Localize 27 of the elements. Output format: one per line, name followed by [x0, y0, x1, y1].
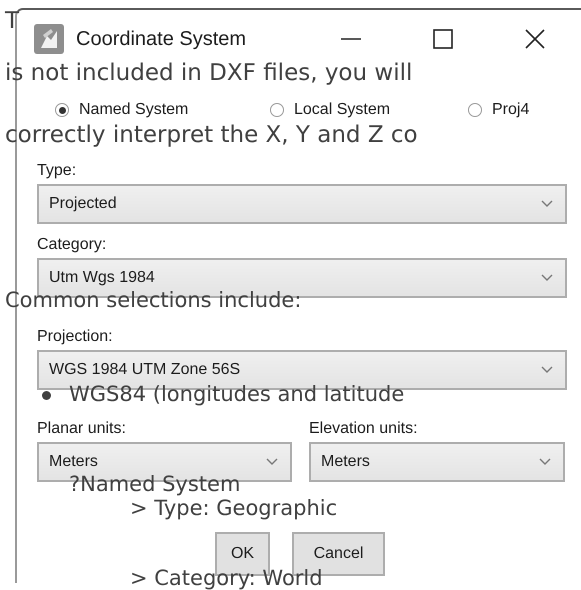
field-label: Category: — [37, 236, 106, 254]
field-label: Planar units: — [37, 420, 126, 438]
chevron-down-icon — [541, 200, 553, 208]
window-title: Coordinate System — [76, 28, 248, 50]
radio-option[interactable]: Local System — [270, 100, 468, 120]
field-label: Elevation units: — [309, 420, 418, 438]
chevron-down-icon — [539, 458, 551, 466]
app-icon — [33, 23, 65, 55]
radio-option[interactable]: Proj4 — [468, 100, 530, 120]
radio-button[interactable] — [270, 103, 284, 117]
dropdown[interactable]: Meters — [309, 442, 565, 482]
chevron-down-icon — [541, 366, 553, 374]
chevron-down-icon — [266, 458, 278, 466]
document-text: is not included in DXF files, you will — [5, 60, 412, 86]
close-icon — [525, 29, 545, 49]
maximize-icon — [433, 29, 453, 49]
field-label: Type: — [37, 162, 76, 180]
radio-option[interactable]: Named System — [55, 100, 270, 120]
radio-button[interactable] — [468, 103, 482, 117]
document-text: > Type: Geographic — [130, 496, 338, 520]
radio-button[interactable] — [55, 103, 69, 117]
chevron-down-icon — [541, 274, 553, 282]
document-text: correctly interpret the X, Y and Z co — [5, 122, 418, 148]
minimize-icon — [341, 38, 361, 40]
dropdown[interactable]: Projected — [37, 184, 567, 224]
document-text: T — [5, 8, 20, 34]
field-label: Projection: — [37, 328, 113, 346]
